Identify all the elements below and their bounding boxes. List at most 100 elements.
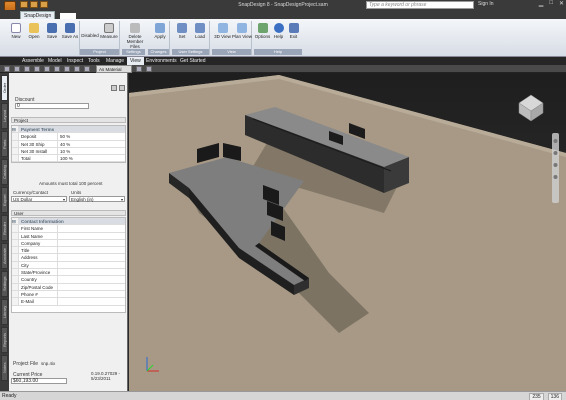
table-row[interactable]: State/Province [12,269,125,277]
search-input[interactable]: Type a keyword or phrase [366,1,474,9]
vtab-order[interactable]: Order [1,75,8,101]
email-field[interactable] [58,298,125,304]
select-icon[interactable] [4,66,10,72]
city-field[interactable] [58,262,125,268]
zoom-icon[interactable] [24,66,30,72]
vtab-library[interactable]: Library [1,299,8,325]
table-row[interactable]: Company [12,239,125,248]
menu-view[interactable]: View [127,57,144,65]
last-name-field[interactable] [58,233,125,239]
vtab-annotate[interactable]: Annotate [1,243,8,269]
table-row[interactable]: City [12,261,125,270]
3d-viewport[interactable] [129,73,566,391]
state-field[interactable] [58,269,125,275]
material-select[interactable]: As Material [96,65,132,73]
table-row[interactable]: First Name [12,225,125,233]
navigation-bar[interactable] [552,133,559,203]
payment-terms-section: ⊟ Payment Terms [12,126,125,134]
discount-field[interactable]: 0 [15,103,89,109]
light-icon[interactable] [146,66,152,72]
look-nav-icon[interactable] [553,175,558,179]
minimize-icon[interactable]: ▁ [539,0,544,7]
material-icon[interactable] [136,66,142,72]
table-row[interactable]: Last Name [12,232,125,240]
set-button[interactable]: Set [173,23,191,39]
new-button[interactable]: New [6,23,26,39]
table-row[interactable]: Country [12,276,125,284]
menu-manage[interactable]: Manage [106,58,124,64]
gear-icon [257,23,268,33]
menu-model[interactable]: Model [48,58,62,64]
sign-in-link[interactable]: Sign In [478,1,494,7]
print-icon[interactable] [119,85,125,91]
plan-view-button[interactable]: Plan View [232,23,252,39]
units-select[interactable]: English (in) [69,196,125,202]
country-field[interactable] [58,276,125,282]
ribbon-group-project: Disabled Measure Project [80,21,120,55]
save-as-button[interactable]: Save As [60,23,80,39]
status-count: 136 [547,393,562,400]
delete-member-files-button[interactable]: Delete Member Files [122,23,148,49]
vtab-parts[interactable]: Parts [1,131,8,157]
table-row[interactable]: Deposit 50 % [12,133,125,141]
redo-icon[interactable] [54,66,60,72]
group-caption-changes: Changes [148,49,169,55]
table-row[interactable]: Zip/Postal Code [12,283,125,291]
zip-field[interactable] [58,284,125,290]
table-row[interactable]: Net 30 Ship 40 % [12,140,125,148]
load-button[interactable]: Load [191,23,209,39]
menu-inspect[interactable]: Inspect [67,58,83,64]
first-name-field[interactable] [58,225,125,231]
close-icon[interactable]: ✕ [559,0,564,7]
table-row[interactable]: E-Mail [12,298,125,306]
refresh-icon[interactable] [111,85,117,91]
save-button[interactable]: Save [42,23,62,39]
table-row[interactable]: Phone # [12,290,125,299]
menu-environments[interactable]: Environments [146,58,177,64]
copy-icon[interactable] [64,66,70,72]
help-button[interactable]: Help [271,23,286,39]
phone-field[interactable] [58,291,125,297]
vtab-layout[interactable]: Layout [1,103,8,129]
table-row[interactable]: Net 30 Install 10 % [12,147,125,156]
maximize-icon[interactable]: □ [549,0,553,7]
pan-nav-icon[interactable] [553,151,558,155]
undo-icon[interactable] [44,66,50,72]
options-button[interactable]: Options [254,23,271,39]
orbit-icon[interactable] [34,66,40,72]
window-controls: ▁ □ ✕ [539,0,564,7]
menu-tools[interactable]: Tools [88,58,100,64]
vtab-notes[interactable]: Notes [1,355,8,381]
snap-icon[interactable] [84,66,90,72]
scene-canvas[interactable] [129,73,566,391]
disabled-label: Disabled [81,33,99,38]
zoom-nav-icon[interactable] [553,163,558,167]
measure-icon [104,23,114,33]
measure-button[interactable]: Measure [98,23,120,39]
vtab-export[interactable]: Export [1,187,8,213]
table-row[interactable]: Total 100 % [12,155,125,163]
version-date: 0.19.0.27029 - 5/23/2011 [91,371,121,381]
exit-button[interactable]: Exit [286,23,301,39]
orbit-nav-icon[interactable] [553,139,558,143]
company-field[interactable] [58,240,125,246]
vtab-reports[interactable]: Reports [1,327,8,353]
currency-select[interactable]: US Dollar [11,196,67,202]
tab-snapdesign[interactable]: SnapDesign [20,11,56,19]
title-field[interactable] [58,247,125,253]
table-row[interactable]: Address [12,254,125,262]
vtab-catalog[interactable]: Catalog [1,159,8,185]
pan-icon[interactable] [14,66,20,72]
menu-get-started[interactable]: Get Started [180,58,206,64]
3d-view-button[interactable]: 3D View [213,23,232,39]
table-row[interactable]: Title [12,247,125,255]
apply-button[interactable]: Apply [150,23,170,39]
project-file-value: snp.4ix [41,361,56,366]
delete-icon[interactable] [74,66,80,72]
load-icon [195,23,205,33]
address-field[interactable] [58,254,125,260]
vtab-render[interactable]: Render [1,215,8,241]
vtab-settings[interactable]: Settings [1,271,8,297]
menu-assemble[interactable]: Assemble [22,58,44,64]
open-button[interactable]: Open [24,23,44,39]
